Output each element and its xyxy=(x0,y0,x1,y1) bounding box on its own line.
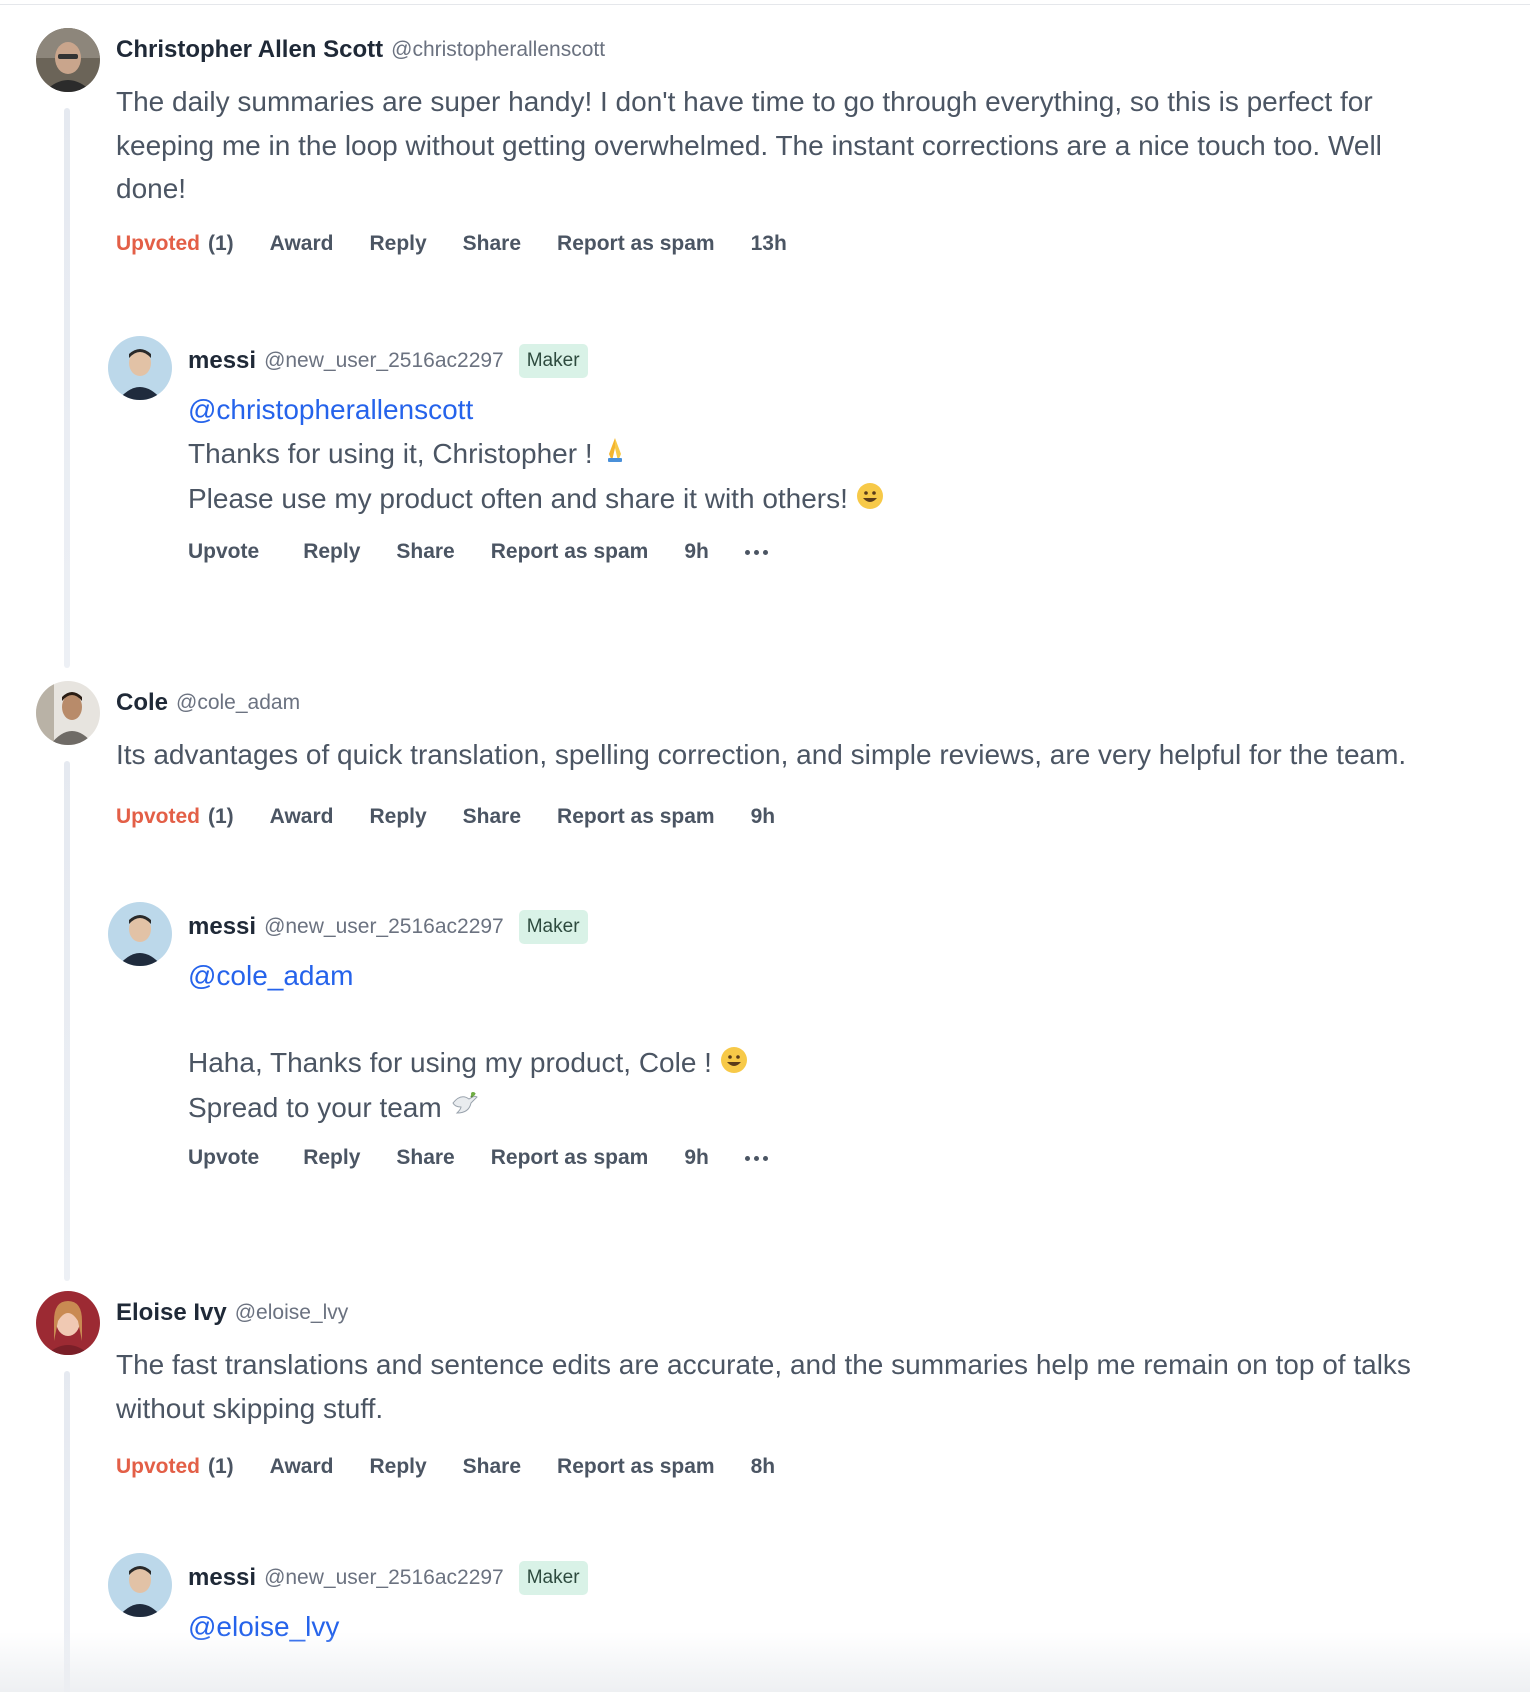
reply-body: @cole_adam Haha, Thanks for using my pro… xyxy=(188,954,1488,1132)
author-name[interactable]: messi xyxy=(188,1564,256,1592)
report-spam-button[interactable]: Report as spam xyxy=(557,232,715,256)
grinning-face-icon xyxy=(856,479,884,523)
comment-text-line: The fast translations and sentence edits… xyxy=(116,1349,1411,1380)
mention-link[interactable]: @cole_adam xyxy=(188,960,353,991)
timestamp[interactable]: 9h xyxy=(684,1146,709,1170)
avatar[interactable] xyxy=(36,28,100,92)
reply-text-line: Please use my product often and share it… xyxy=(188,482,848,514)
thread-line xyxy=(64,761,70,1281)
report-spam-button[interactable]: Report as spam xyxy=(557,805,715,829)
upvote-button[interactable]: Upvoted (1) xyxy=(116,1455,234,1479)
timestamp[interactable]: 9h xyxy=(684,540,709,564)
share-button[interactable]: Share xyxy=(396,1146,454,1170)
upvote-count: (1) xyxy=(208,1455,234,1478)
comment-body: The daily summaries are super handy! I d… xyxy=(116,80,1506,211)
top-divider xyxy=(0,4,1530,5)
comment-body: The fast translations and sentence edits… xyxy=(116,1343,1506,1430)
award-button[interactable]: Award xyxy=(270,805,334,829)
reply-button[interactable]: Reply xyxy=(369,232,426,256)
reply-button[interactable]: Reply xyxy=(303,540,360,564)
report-spam-button[interactable]: Report as spam xyxy=(491,1146,649,1170)
author-handle[interactable]: @christopherallenscott xyxy=(391,38,605,62)
author-handle[interactable]: @cole_adam xyxy=(176,691,300,715)
reply-button[interactable]: Reply xyxy=(369,1455,426,1479)
comment-thread: Christopher Allen Scott @christopheralle… xyxy=(36,28,1506,668)
comment-thread: Cole @cole_adam Its advantages of quick … xyxy=(36,681,1506,1281)
more-dots-icon[interactable] xyxy=(744,1155,768,1161)
reply-actions: Upvote Reply Share Report as spam 9h xyxy=(188,540,804,564)
timestamp[interactable]: 9h xyxy=(751,805,776,829)
dove-icon xyxy=(449,1088,479,1132)
share-button[interactable]: Share xyxy=(396,540,454,564)
author-handle[interactable]: @eloise_lvy xyxy=(235,1301,349,1325)
share-button[interactable]: Share xyxy=(463,805,521,829)
reply-text-line: Haha, Thanks for using my product, Cole … xyxy=(188,1047,712,1078)
reply-actions: Upvote Reply Share Report as spam 9h xyxy=(188,1146,804,1170)
upvote-count: (1) xyxy=(208,805,234,828)
upvoted-label: Upvoted xyxy=(116,1455,200,1478)
comment-actions: Upvoted (1) Award Reply Share Report as s… xyxy=(116,805,811,829)
mention-link[interactable]: @christopherallenscott xyxy=(188,394,473,425)
reply-text-line: Thanks for using it, Christopher ! xyxy=(188,437,593,469)
reply-button[interactable]: Reply xyxy=(303,1146,360,1170)
author-name[interactable]: messi xyxy=(188,913,256,941)
comment-text-line: keeping me in the loop without getting o… xyxy=(116,129,1382,161)
share-button[interactable]: Share xyxy=(463,232,521,256)
reply-body: @christopherallenscott Thanks for using … xyxy=(188,388,1488,522)
maker-badge: Maker xyxy=(518,910,588,944)
avatar[interactable] xyxy=(108,336,172,400)
upvote-button[interactable]: Upvote xyxy=(188,540,259,564)
author-name[interactable]: messi xyxy=(188,347,256,375)
thread-line xyxy=(64,108,70,668)
timestamp[interactable]: 8h xyxy=(751,1455,776,1479)
author-handle[interactable]: @new_user_2516ac2297 xyxy=(264,915,504,939)
comment-text-line: The daily summaries are super handy! I d… xyxy=(116,86,1373,117)
reply-button[interactable]: Reply xyxy=(369,805,426,829)
author-handle[interactable]: @new_user_2516ac2297 xyxy=(264,349,504,373)
reply-text-line: Spread to your team xyxy=(188,1092,442,1124)
report-spam-button[interactable]: Report as spam xyxy=(491,540,649,564)
bottom-fade xyxy=(0,1632,1530,1692)
more-dots-icon[interactable] xyxy=(744,549,768,555)
upvoted-label: Upvoted xyxy=(116,805,200,828)
comment-actions: Upvoted (1) Award Reply Share Report as s… xyxy=(116,1455,811,1479)
avatar[interactable] xyxy=(108,902,172,966)
upvote-button[interactable]: Upvoted (1) xyxy=(116,805,234,829)
avatar[interactable] xyxy=(36,681,100,745)
maker-badge: Maker xyxy=(518,1561,588,1595)
comment-text-line: without skipping stuff. xyxy=(116,1392,384,1424)
author-name[interactable]: Cole xyxy=(116,689,168,717)
share-button[interactable]: Share xyxy=(463,1455,521,1479)
reply-text-line xyxy=(188,998,1488,1042)
award-button[interactable]: Award xyxy=(270,1455,334,1479)
author-handle[interactable]: @new_user_2516ac2297 xyxy=(264,1566,504,1590)
upvote-count: (1) xyxy=(208,232,234,255)
comment-text-line: Its advantages of quick translation, spe… xyxy=(116,739,1407,770)
upvoted-label: Upvoted xyxy=(116,232,200,255)
comment-actions: Upvoted (1) Award Reply Share Report as s… xyxy=(116,232,823,256)
comment-text-line: done! xyxy=(116,173,187,204)
comment-body: Its advantages of quick translation, spe… xyxy=(116,733,1516,777)
avatar[interactable] xyxy=(108,1553,172,1617)
folded-hands-icon xyxy=(600,433,630,477)
timestamp[interactable]: 13h xyxy=(751,232,787,256)
author-name[interactable]: Christopher Allen Scott xyxy=(116,36,383,64)
author-name[interactable]: Eloise Ivy xyxy=(116,1299,227,1327)
grinning-face-icon xyxy=(720,1043,748,1087)
maker-badge: Maker xyxy=(518,344,588,378)
upvote-button[interactable]: Upvote xyxy=(188,1146,259,1170)
avatar[interactable] xyxy=(36,1291,100,1355)
report-spam-button[interactable]: Report as spam xyxy=(557,1455,715,1479)
upvote-button[interactable]: Upvoted (1) xyxy=(116,232,234,256)
award-button[interactable]: Award xyxy=(270,232,334,256)
